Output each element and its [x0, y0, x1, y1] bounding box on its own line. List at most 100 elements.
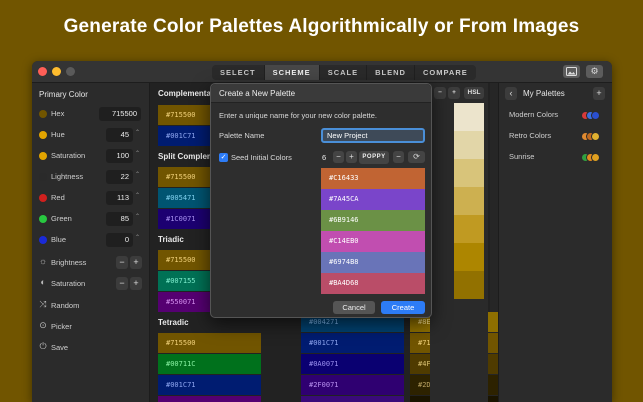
- algorithm-select[interactable]: POPPY: [359, 151, 389, 164]
- lightness-input[interactable]: 22: [106, 170, 133, 184]
- back-button[interactable]: ‹: [505, 87, 517, 100]
- zoom-window-button[interactable]: [66, 67, 75, 76]
- cancel-button[interactable]: Cancel: [333, 301, 375, 314]
- lightness-label: Lightness: [51, 172, 84, 181]
- scheme-swatch-partial: [301, 396, 404, 402]
- scheme-swatch[interactable]: #0A0071: [301, 354, 404, 374]
- brightness-increase-button[interactable]: +: [130, 256, 142, 269]
- scheme-swatch[interactable]: #00711C: [158, 354, 261, 374]
- target-icon: ⊙: [39, 320, 47, 330]
- scale-swatch[interactable]: [454, 271, 484, 299]
- scale-swatch[interactable]: [454, 187, 484, 215]
- green-stepper[interactable]: ⌃: [135, 213, 140, 220]
- scheme-swatch[interactable]: #2F0071: [301, 375, 404, 395]
- blue-input[interactable]: 0: [106, 233, 133, 247]
- red-label: Red: [51, 193, 65, 202]
- palette-name: Sunrise: [509, 152, 535, 161]
- saturation-decrease-button[interactable]: −: [116, 277, 128, 290]
- regenerate-button[interactable]: ⟳: [408, 151, 425, 163]
- settings-button[interactable]: ⚙: [586, 65, 603, 78]
- contrast-icon: ◐: [40, 277, 46, 287]
- seed-color-swatch[interactable]: #6974B8: [321, 252, 425, 273]
- checkmark-icon: ✓: [220, 154, 227, 161]
- palette-preview-dot: [591, 132, 600, 141]
- mode-scheme-tab[interactable]: SCHEME: [264, 65, 320, 80]
- hex-row: Hex 715500: [32, 104, 150, 125]
- triadic-title: Triadic: [158, 235, 184, 244]
- image-icon: [566, 67, 577, 76]
- seed-count-decrease-button[interactable]: −: [333, 151, 344, 163]
- seed-count-increase-button[interactable]: +: [346, 151, 357, 163]
- hue-input[interactable]: 45: [106, 128, 133, 142]
- hex-input[interactable]: 715500: [99, 107, 141, 121]
- scheme-swatch[interactable]: #715500: [158, 333, 261, 353]
- brightness-label: Brightness: [51, 258, 87, 267]
- random-button[interactable]: ⤨ Random: [32, 296, 150, 317]
- seed-colors-label: Seed Initial Colors: [231, 153, 292, 162]
- green-input[interactable]: 85: [106, 212, 133, 226]
- picker-label: Picker: [51, 322, 72, 331]
- mode-scale-tab[interactable]: SCALE: [320, 65, 368, 80]
- scale-swatch[interactable]: [454, 103, 484, 131]
- palette-preview-dot: [591, 111, 600, 120]
- hue-swatch: [39, 131, 47, 139]
- red-input[interactable]: 113: [106, 191, 133, 205]
- add-palette-button[interactable]: +: [593, 87, 605, 100]
- red-stepper[interactable]: ⌃: [135, 192, 140, 199]
- seed-color-swatch[interactable]: #C16433: [321, 168, 425, 189]
- primary-color-sidebar: Primary Color Hex 715500 Hue 45 ⌃ Satura…: [32, 83, 150, 402]
- palette-name: Modern Colors: [509, 110, 559, 119]
- saturation-stepper[interactable]: ⌃: [135, 150, 140, 157]
- tetradic-title: Tetradic: [158, 318, 189, 327]
- green-label: Green: [51, 214, 72, 223]
- title-bar: SELECT SCHEME SCALE BLEND COMPARE ⚙: [32, 61, 612, 83]
- seed-color-swatch[interactable]: #6B9146: [321, 210, 425, 231]
- scale-decrease-button[interactable]: −: [434, 87, 446, 99]
- image-import-button[interactable]: [563, 65, 580, 78]
- hue-row: Hue 45 ⌃: [32, 125, 150, 146]
- scale-swatch[interactable]: [454, 243, 484, 271]
- scale-swatch[interactable]: [454, 159, 484, 187]
- scale-increase-button[interactable]: +: [448, 87, 460, 99]
- scale-swatch[interactable]: [454, 215, 484, 243]
- algorithm-options-button[interactable]: −: [393, 151, 404, 163]
- seed-colors-checkbox[interactable]: ✓: [219, 153, 228, 162]
- saturation-input[interactable]: 100: [106, 149, 133, 163]
- save-button[interactable]: ⏻ Save: [32, 338, 150, 359]
- seed-color-swatch[interactable]: #7A45CA: [321, 189, 425, 210]
- seed-color-swatch[interactable]: #BA4D68: [321, 273, 425, 294]
- my-palettes-panel: ‹ My Palettes + Modern Colors Retro Colo…: [498, 83, 612, 402]
- hue-stepper[interactable]: ⌃: [135, 129, 140, 136]
- create-button[interactable]: Create: [381, 301, 425, 314]
- blue-label: Blue: [51, 235, 67, 244]
- mode-blend-tab[interactable]: BLEND: [367, 65, 415, 80]
- picker-button[interactable]: ⊙ Picker: [32, 317, 150, 338]
- mode-segmented-control: SELECT SCHEME SCALE BLEND COMPARE: [212, 65, 476, 80]
- blue-row: Blue 0 ⌃: [32, 230, 150, 251]
- seed-color-swatch[interactable]: #C14EB0: [321, 231, 425, 252]
- scale-swatch[interactable]: [454, 131, 484, 159]
- palette-item[interactable]: Retro Colors: [499, 126, 612, 146]
- mode-select-tab[interactable]: SELECT: [212, 65, 265, 80]
- lightness-stepper[interactable]: ⌃: [135, 171, 140, 178]
- hex-label: Hex: [51, 109, 65, 118]
- brightness-row: ☼ Brightness − +: [32, 253, 150, 274]
- lightness-swatch: [39, 173, 47, 181]
- minimize-window-button[interactable]: [52, 67, 61, 76]
- mode-compare-tab[interactable]: COMPARE: [415, 65, 476, 80]
- saturation-label: Saturation: [51, 151, 86, 160]
- palette-item[interactable]: Modern Colors: [499, 105, 612, 125]
- palette-name-input[interactable]: New Project: [321, 128, 425, 143]
- close-window-button[interactable]: [38, 67, 47, 76]
- palette-item[interactable]: Sunrise: [499, 147, 612, 167]
- hsl-mode-button[interactable]: HSL: [464, 87, 484, 99]
- scheme-swatch[interactable]: #001C71: [301, 333, 404, 353]
- blue-stepper[interactable]: ⌃: [135, 234, 140, 241]
- palette-name: Retro Colors: [509, 131, 552, 140]
- brightness-decrease-button[interactable]: −: [116, 256, 128, 269]
- scheme-swatch[interactable]: #001C71: [158, 375, 261, 395]
- green-swatch: [39, 215, 47, 223]
- saturation-increase-button[interactable]: +: [130, 277, 142, 290]
- palettes-title: My Palettes: [523, 89, 565, 98]
- scheme-swatch-partial: [158, 396, 261, 402]
